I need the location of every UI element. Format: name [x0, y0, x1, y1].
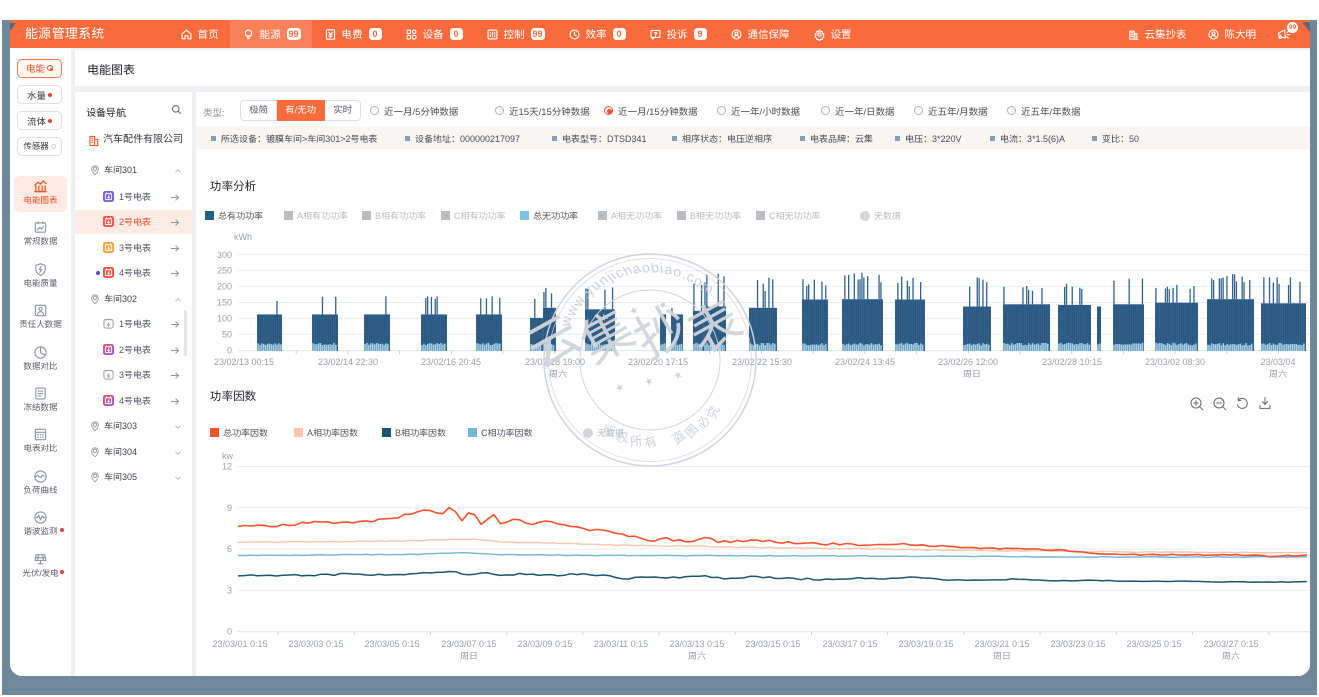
svg-text:周日: 周日 — [963, 369, 981, 379]
svg-text:250: 250 — [217, 266, 232, 276]
svg-text:23/03/07 0:15: 23/03/07 0:15 — [441, 639, 496, 649]
svg-text:6: 6 — [227, 544, 232, 554]
svg-text:3: 3 — [227, 585, 232, 595]
svg-text:周日: 周日 — [460, 651, 478, 661]
svg-text:23/03/03 0:15: 23/03/03 0:15 — [288, 639, 343, 649]
svg-text:周六: 周六 — [549, 369, 568, 379]
svg-text:23/02/18 19:00: 23/02/18 19:00 — [525, 357, 585, 367]
svg-text:23/02/28 10:15: 23/02/28 10:15 — [1042, 357, 1102, 367]
svg-text:23/03/01 0:15: 23/03/01 0:15 — [212, 639, 267, 649]
svg-text:12: 12 — [222, 462, 232, 472]
svg-text:100: 100 — [217, 313, 232, 323]
svg-text:23/02/14 22:30: 23/02/14 22:30 — [318, 357, 378, 367]
svg-text:23/03/25 0:15: 23/03/25 0:15 — [1126, 639, 1181, 649]
svg-text:23/02/26 12:00: 23/02/26 12:00 — [938, 357, 998, 367]
svg-text:周六: 周六 — [688, 651, 707, 661]
svg-text:周日: 周日 — [993, 651, 1011, 661]
svg-text:23/03/27 0:15: 23/03/27 0:15 — [1203, 639, 1258, 649]
svg-text:23/03/05 0:15: 23/03/05 0:15 — [364, 639, 419, 649]
svg-text:23/03/11 0:15: 23/03/11 0:15 — [594, 639, 648, 649]
svg-text:23/03/21 0:15: 23/03/21 0:15 — [974, 639, 1029, 649]
svg-text:23/02/16 20:45: 23/02/16 20:45 — [421, 357, 481, 367]
svg-text:0: 0 — [227, 627, 232, 637]
svg-text:0: 0 — [227, 346, 232, 356]
svg-text:23/03/09 0:15: 23/03/09 0:15 — [517, 639, 572, 649]
svg-text:23/02/24 13:45: 23/02/24 13:45 — [835, 357, 895, 367]
svg-text:150: 150 — [217, 298, 232, 308]
svg-text:23/02/13 00:15: 23/02/13 00:15 — [214, 357, 274, 367]
svg-text:23/03/02 08:30: 23/03/02 08:30 — [1145, 357, 1205, 367]
svg-text:23/03/23 0:15: 23/03/23 0:15 — [1050, 639, 1105, 649]
svg-text:23/03/13 0:15: 23/03/13 0:15 — [669, 639, 724, 649]
svg-text:9: 9 — [227, 503, 232, 513]
svg-text:周六: 周六 — [1269, 369, 1288, 379]
svg-text:23/03/04: 23/03/04 — [1260, 357, 1295, 367]
svg-text:23/03/19 0:15: 23/03/19 0:15 — [898, 639, 953, 649]
svg-text:23/03/15 0:15: 23/03/15 0:15 — [745, 639, 800, 649]
svg-text:23/02/22 15:30: 23/02/22 15:30 — [732, 357, 792, 367]
svg-text:周六: 周六 — [1222, 651, 1241, 661]
svg-text:300: 300 — [217, 250, 232, 260]
svg-text:23/02/20 17:15: 23/02/20 17:15 — [628, 357, 688, 367]
svg-text:50: 50 — [222, 329, 232, 339]
svg-text:23/03/17 0:15: 23/03/17 0:15 — [822, 639, 877, 649]
svg-text:200: 200 — [217, 282, 232, 292]
